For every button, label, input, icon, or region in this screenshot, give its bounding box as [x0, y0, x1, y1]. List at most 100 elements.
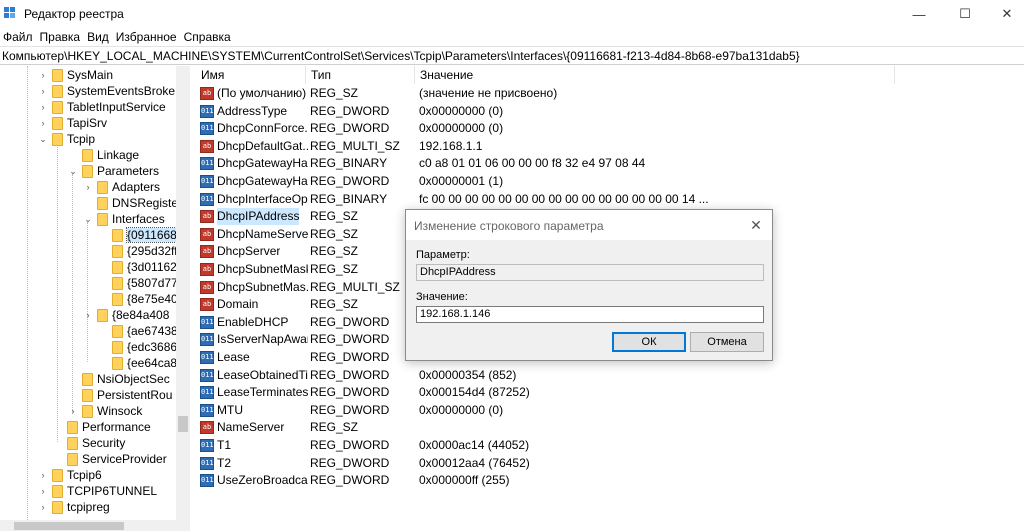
binary-value-icon: 011: [200, 474, 214, 488]
value-name: NameServer: [217, 420, 285, 435]
expand-chevron-icon[interactable]: ⌄: [38, 134, 48, 145]
tree-item[interactable]: Security: [53, 435, 125, 451]
tree-scroll-thumb[interactable]: [178, 416, 188, 432]
expand-chevron-icon[interactable]: ›: [38, 470, 48, 480]
tree-item[interactable]: › TabletInputService: [38, 99, 166, 115]
dialog-title-bar: Изменение строкового параметра ✕: [406, 210, 772, 240]
value-name-cell: 011LeaseTerminates...: [200, 384, 308, 401]
tree-horizontal-scrollbar[interactable]: [0, 520, 190, 531]
value-type-cell: REG_MULTI_SZ: [310, 279, 400, 294]
expand-chevron-icon[interactable]: ⌄: [68, 166, 78, 177]
edit-string-dialog: Изменение строкового параметра ✕ Парамет…: [405, 209, 773, 361]
tree-item[interactable]: › Winsock: [68, 403, 143, 419]
expand-chevron-icon[interactable]: ⌄: [83, 214, 93, 225]
expand-chevron-icon[interactable]: ›: [83, 182, 93, 192]
table-row[interactable]: 011 MTU REG_DWORD 0x00000000 (0): [196, 402, 1024, 420]
table-row[interactable]: ab DhcpDefaultGat... REG_MULTI_SZ 192.168.1…: [196, 138, 1024, 156]
binary-value-icon: 011: [200, 315, 214, 329]
table-row[interactable]: 011 T2 REG_DWORD 0x00012aa4 (76452): [196, 455, 1024, 473]
table-row[interactable]: 011 DhcpGatewayHa... REG_BINARY c0 a8 01 01…: [196, 155, 1024, 173]
binary-value-icon: 011: [200, 157, 214, 171]
expand-chevron-icon[interactable]: ›: [38, 70, 48, 80]
menu-view[interactable]: Вид: [84, 28, 113, 46]
column-header-type[interactable]: Тип: [306, 66, 415, 84]
table-row[interactable]: ab NameServer REG_SZ: [196, 419, 1024, 437]
dialog-close-icon[interactable]: ✕: [746, 216, 766, 234]
tree-item[interactable]: › TapiSrv: [38, 115, 108, 131]
tree-item[interactable]: › TCPIP6TUNNEL: [38, 483, 158, 499]
tree-item[interactable]: {ee64ca84: [98, 355, 184, 371]
tree-item[interactable]: {8e75e403: [98, 291, 184, 307]
value-name-cell: ab DhcpServer: [200, 243, 308, 260]
maximize-button[interactable]: ☐: [942, 0, 988, 28]
table-row[interactable]: 011 LeaseObtainedTi... REG_DWORD 0x00000354…: [196, 367, 1024, 385]
address-bar[interactable]: Компьютер\HKEY_LOCAL_MACHINE\SYSTEM\Curr…: [0, 46, 1024, 65]
tree-item[interactable]: › Tcpip6: [38, 467, 102, 483]
folder-icon: [112, 292, 123, 306]
folder-icon: [112, 324, 123, 338]
expand-chevron-icon[interactable]: ›: [38, 102, 48, 112]
table-row[interactable]: 011LeaseTerminates...REG_DWORD 0x000154d4…: [196, 384, 1024, 402]
tree-item[interactable]: Performance: [53, 419, 151, 435]
tree-item[interactable]: {3d011625: [98, 259, 184, 275]
tree-item[interactable]: ⌄ Interfaces: [83, 211, 164, 227]
minimize-button[interactable]: —: [896, 0, 942, 28]
ok-button[interactable]: ОК: [612, 332, 686, 352]
menu-edit[interactable]: Правка: [37, 28, 85, 46]
table-row[interactable]: 011 DhcpConnForce... REG_DWORD 0x00000000 (…: [196, 120, 1024, 138]
window-title: Редактор реестра: [24, 7, 124, 21]
tree-hscroll-thumb[interactable]: [14, 522, 124, 530]
tree-item[interactable]: › Adapters: [83, 179, 161, 195]
tree-item[interactable]: ⌄ Parameters: [68, 163, 159, 179]
expand-chevron-icon[interactable]: ›: [38, 86, 48, 96]
table-row[interactable]: 011 AddressType REG_DWORD 0x00000000 (0): [196, 103, 1024, 121]
column-header-data[interactable]: Значение: [415, 66, 895, 84]
binary-value-icon: 011: [200, 104, 214, 118]
expand-chevron-icon[interactable]: ›: [38, 502, 48, 512]
tree-item[interactable]: › SystemEventsBroke: [38, 83, 176, 99]
column-header-name[interactable]: Имя: [196, 66, 306, 84]
tree-item[interactable]: {ae674382: [98, 323, 184, 339]
binary-value-icon: 011: [200, 456, 214, 470]
tree-item[interactable]: {edc3686b: [98, 339, 184, 355]
expand-chevron-icon[interactable]: ›: [68, 406, 78, 416]
folder-icon: [97, 308, 108, 322]
table-row[interactable]: 011 DhcpGatewayHa... REG_DWORD 0x00000001 (…: [196, 173, 1024, 191]
value-name-cell: ab DhcpSubnetMas...: [200, 279, 308, 296]
tree-item[interactable]: {5807d778: [98, 275, 184, 291]
close-window-button[interactable]: ✕: [984, 0, 1024, 28]
string-value-icon: ab: [200, 210, 214, 224]
expand-chevron-icon[interactable]: ›: [38, 486, 48, 496]
value-name: DhcpGatewayHa...: [217, 156, 308, 171]
menu-file[interactable]: Файл: [0, 28, 37, 46]
table-row[interactable]: 011 UseZeroBroadcast REG_DWORD 0x000000ff (…: [196, 472, 1024, 490]
key-tree[interactable]: › SysMain › SystemEventsBroke › TabletInputSe…: [0, 66, 190, 531]
tree-item[interactable]: PersistentRou: [68, 387, 172, 403]
value-name-cell: ab DhcpNameServer: [200, 226, 308, 243]
menu-favorites[interactable]: Избранное: [113, 28, 181, 46]
tree-item[interactable]: ServiceProvider: [53, 451, 167, 467]
tree-item[interactable]: NsiObjectSec: [68, 371, 170, 387]
value-name: Domain: [217, 297, 259, 312]
tree-item[interactable]: {09116681: [98, 227, 185, 243]
tree-item[interactable]: DNSRegistere: [83, 195, 189, 211]
folder-icon: [112, 276, 123, 290]
tree-item[interactable]: › tcpipreg: [38, 499, 110, 515]
table-row[interactable]: ab (По умолчанию) REG_SZ (значение не присв…: [196, 85, 1024, 103]
value-name-cell: 011 T2: [200, 455, 308, 472]
tree-item[interactable]: Linkage: [68, 147, 139, 163]
registry-editor-icon: [4, 7, 15, 18]
tree-item[interactable]: ⌄ Tcpip: [38, 131, 95, 147]
table-row[interactable]: 011 T1 REG_DWORD 0x0000ac14 (44052): [196, 437, 1024, 455]
cancel-button[interactable]: Отмена: [690, 332, 764, 352]
value-input[interactable]: 192.168.1.146: [416, 306, 764, 323]
tree-vertical-scrollbar[interactable]: [176, 66, 190, 531]
string-value-icon: ab: [200, 227, 214, 241]
tree-item[interactable]: › {8e84a408: [83, 307, 170, 323]
expand-chevron-icon[interactable]: ›: [83, 310, 93, 320]
menu-help[interactable]: Справка: [181, 28, 235, 46]
tree-item[interactable]: {295d32ff-: [98, 243, 182, 259]
tree-item[interactable]: › SysMain: [38, 67, 114, 83]
expand-chevron-icon[interactable]: ›: [38, 118, 48, 128]
table-row[interactable]: 011 DhcpInterfaceOp... REG_BINARY fc 00 00 …: [196, 191, 1024, 209]
